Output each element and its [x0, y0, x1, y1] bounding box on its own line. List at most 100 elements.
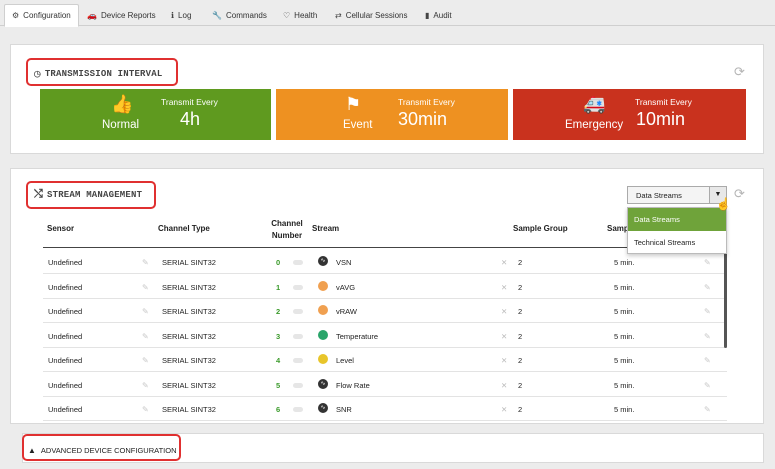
edit-rate-pencil-icon[interactable]: ✎	[704, 258, 711, 267]
channel-toggle[interactable]	[293, 382, 303, 388]
channel-toggle[interactable]	[293, 284, 303, 290]
tab-cellular-sessions[interactable]: ⇄ Cellular Sessions	[328, 4, 415, 26]
stream-cell: Flow Rate	[336, 380, 370, 390]
edit-rate-pencil-icon[interactable]: ✎	[704, 307, 711, 316]
edit-sensor-pencil-icon[interactable]: ✎	[142, 332, 149, 341]
ambulance-icon: 🚑	[583, 94, 606, 114]
sensor-cell: Undefined	[48, 331, 83, 341]
sample-group-cell: 2	[518, 405, 523, 414]
col-sample-group: Sample Group	[513, 224, 568, 233]
table-row[interactable]: Undefined ✎ SERIAL SINT32 4 Level ✕ 2 5 min. ✎	[43, 348, 727, 372]
interval-box-normal[interactable]: 👍 Normal Transmit Every 4h	[40, 89, 271, 140]
stream-management-title: ⤭ STREAM MANAGEMENT	[34, 189, 143, 201]
tab-device-reports[interactable]: 🚗 Device Reports	[80, 4, 163, 26]
refresh-icon[interactable]: ⟳	[734, 186, 745, 202]
stream-icon	[318, 329, 328, 340]
sample-group-cell: 2	[518, 258, 523, 267]
car-icon: 🚗	[87, 10, 97, 20]
edit-rate-pencil-icon[interactable]: ✎	[704, 283, 711, 292]
sample-rate-cell: 5 min.	[614, 356, 635, 365]
stream-cell: VSN	[336, 258, 352, 267]
edit-rate-pencil-icon[interactable]: ✎	[704, 381, 711, 390]
edit-rate-pencil-icon[interactable]: ✎	[704, 405, 711, 414]
channel-toggle[interactable]	[293, 407, 303, 412]
interval-value: 4h	[180, 109, 201, 129]
remove-stream-icon[interactable]: ✕	[501, 381, 507, 390]
clock-icon: ◷	[34, 69, 41, 81]
remove-stream-icon[interactable]: ✕	[501, 283, 507, 292]
edit-rate-pencil-icon[interactable]: ✎	[704, 356, 711, 365]
interval-label: Emergency	[565, 119, 624, 131]
table-row[interactable]: Undefined ✎ SERIAL SINT32 1 vAVG ✕ 2 5 min. ✎	[43, 275, 727, 299]
channel-number-cell: 3	[276, 331, 281, 341]
table-row[interactable]: Undefined ✎ SERIAL SINT32 6 ∿ SNR ✕ 2 5 min. ✎	[43, 397, 727, 421]
channel-number-cell: 2	[276, 307, 281, 316]
edit-sensor-pencil-icon[interactable]: ✎	[142, 283, 149, 292]
channel-toggle[interactable]	[293, 309, 303, 314]
table-row[interactable]: Undefined ✎ SERIAL SINT32 5 ∿ Flow Rate ✕ 2 5 mi…	[43, 373, 727, 397]
sensor-cell: Undefined	[48, 282, 83, 292]
sensor-cell: Undefined	[48, 307, 83, 316]
col-sensor: Sensor	[47, 224, 75, 233]
interval-box-emergency[interactable]: 🚑 Emergency Transmit Every 10min	[513, 89, 746, 140]
remove-stream-icon[interactable]: ✕	[501, 405, 507, 414]
table-scrollbar[interactable]	[724, 252, 727, 348]
table-row[interactable]: Undefined ✎ SERIAL SINT32 3 Temperature ✕ 2 5 m…	[43, 324, 727, 348]
sample-group-cell: 2	[518, 380, 523, 390]
remove-stream-icon[interactable]: ✕	[501, 307, 507, 316]
stream-icon: ∿	[318, 378, 328, 389]
tab-log[interactable]: ℹ Log	[164, 4, 198, 26]
edit-rate-pencil-icon[interactable]: ✎	[704, 332, 711, 341]
channel-toggle[interactable]	[293, 333, 303, 339]
flag-icon: ⚑	[345, 94, 362, 114]
tab-label: Audit	[433, 10, 452, 20]
stream-icon: ∿	[318, 256, 328, 266]
stream-cell: Level	[336, 356, 354, 365]
advanced-config-toggle[interactable]: ▲ ADVANCED DEVICE CONFIGURATION	[28, 446, 177, 455]
tab-bar: ⚙ Configuration 🚗 Device Reports ℹ Log 🔧…	[0, 0, 775, 27]
tab-commands[interactable]: 🔧 Commands	[205, 4, 274, 26]
edit-sensor-pencil-icon[interactable]: ✎	[142, 405, 149, 414]
refresh-icon[interactable]: ⟳	[734, 64, 745, 80]
table-row[interactable]: Undefined ✎ SERIAL SINT32 0 ∿ VSN ✕ 2 5 min. ✎	[43, 250, 727, 274]
stream-icon	[318, 280, 328, 291]
sample-group-cell: 2	[518, 331, 523, 341]
book-icon: ▮	[425, 10, 430, 20]
col-channel-number: Channel Number	[271, 219, 303, 240]
option-data-streams[interactable]: Data Streams	[628, 208, 726, 231]
stream-icon	[318, 305, 328, 315]
sensor-cell: Undefined	[48, 405, 83, 414]
info-icon: ℹ	[171, 10, 175, 20]
tab-label: Configuration	[23, 11, 71, 20]
interval-caption: Transmit Every	[161, 97, 218, 107]
edit-sensor-pencil-icon[interactable]: ✎	[142, 356, 149, 365]
remove-stream-icon[interactable]: ✕	[501, 332, 507, 341]
stethoscope-icon: ♡	[283, 10, 291, 20]
table-row[interactable]: Undefined ✎ SERIAL SINT32 2 vRAW ✕ 2 5 min. ✎	[43, 299, 727, 323]
tab-configuration[interactable]: ⚙ Configuration	[4, 4, 79, 27]
edit-sensor-pencil-icon[interactable]: ✎	[142, 307, 149, 316]
tab-label: Health	[294, 10, 318, 20]
remove-stream-icon[interactable]: ✕	[501, 356, 507, 365]
remove-stream-icon[interactable]: ✕	[501, 258, 507, 267]
channel-toggle[interactable]	[293, 358, 303, 363]
edit-sensor-pencil-icon[interactable]: ✎	[142, 381, 149, 390]
tab-health[interactable]: ♡ Health	[276, 4, 324, 26]
sample-rate-cell: 5 min.	[614, 258, 635, 267]
interval-caption: Transmit Every	[398, 97, 455, 107]
channel-toggle[interactable]	[293, 260, 303, 265]
tab-audit[interactable]: ▮ Audit	[418, 4, 459, 26]
table-header-divider	[43, 247, 727, 248]
option-technical-streams[interactable]: Technical Streams	[628, 231, 726, 254]
stream-cell: vRAW	[336, 307, 357, 316]
interval-box-event[interactable]: ⚑ Event Transmit Every 30min	[276, 89, 508, 140]
sample-rate-cell: 5 min.	[614, 405, 635, 414]
sample-rate-cell: 5 min.	[614, 307, 635, 316]
channel-number-cell: 5	[276, 380, 281, 390]
tab-label: Log	[178, 10, 192, 20]
sample-rate-cell: 5 min.	[614, 380, 635, 390]
tab-label: Device Reports	[100, 10, 156, 20]
stream-icon	[318, 354, 328, 364]
thumbs-up-icon: 👍	[111, 94, 134, 114]
edit-sensor-pencil-icon[interactable]: ✎	[142, 258, 149, 267]
